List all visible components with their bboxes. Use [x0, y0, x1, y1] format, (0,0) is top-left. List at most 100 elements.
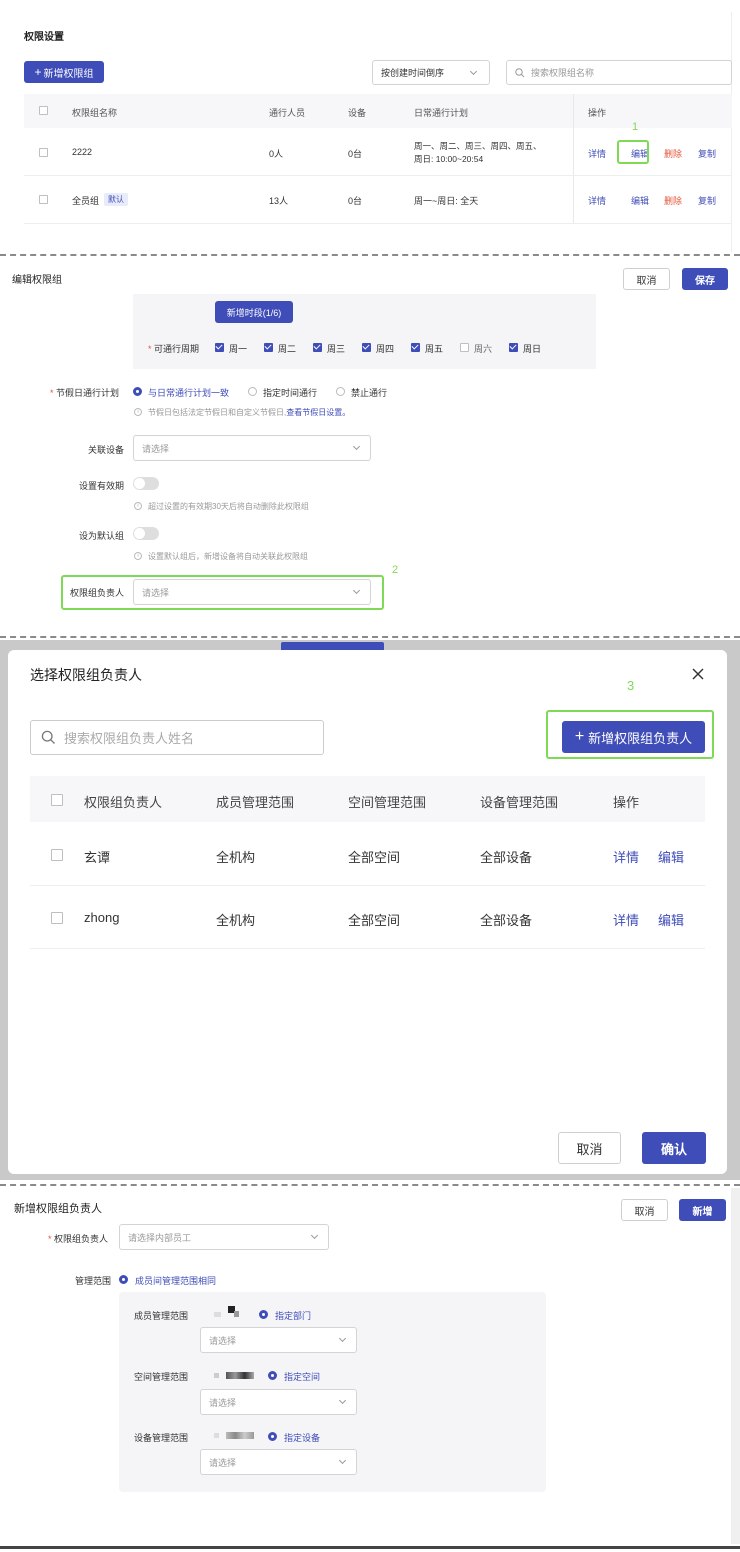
row-checkbox[interactable] — [39, 195, 48, 204]
annotation-highlight — [617, 140, 649, 164]
search-icon — [41, 730, 55, 744]
detail-link[interactable]: 详情 — [613, 910, 639, 929]
cancel-button[interactable]: 取消 — [623, 268, 670, 290]
radio-forbidden[interactable] — [336, 387, 345, 396]
owner-label: 权限组负责人 — [70, 588, 125, 598]
section-divider — [0, 636, 740, 638]
confirm-button[interactable]: 确认 — [642, 1132, 706, 1164]
table-row: 玄谭 全机构 全部空间 全部设备 详情 编辑 — [30, 822, 705, 886]
detail-link[interactable]: 详情 — [588, 147, 606, 160]
device-select[interactable]: 请选择 — [200, 1449, 357, 1475]
member-scope-label: 成员管理范围 — [134, 1311, 189, 1321]
delete-link[interactable]: 删除 — [664, 147, 682, 160]
select-all-checkbox[interactable] — [39, 106, 48, 115]
permission-settings-panel: 权限设置 + 新增权限组 按创建时间倒序 搜索权限组名称 权限组名称 通行人员 设… — [8, 12, 732, 252]
cancel-button[interactable]: 取消 — [621, 1199, 668, 1221]
radio-label[interactable]: 禁止通行 — [351, 386, 387, 399]
default-hint: 设置默认组后，新增设备将自动关联此权限组 — [148, 552, 308, 561]
device-count: 0台 — [348, 149, 363, 159]
save-button[interactable]: 保存 — [682, 268, 728, 290]
hint-text: 节假日包括法定节假日和自定义节假日, — [148, 408, 287, 417]
add-period-button[interactable]: 新增时段(1/6) — [215, 301, 293, 323]
weekday-checkbox[interactable] — [215, 343, 224, 352]
info-icon: i — [134, 502, 142, 510]
page-title: 编辑权限组 — [12, 275, 62, 286]
radio-label[interactable]: 成员间管理范围相同 — [135, 1274, 216, 1287]
label-text: 节假日通行计划 — [56, 388, 120, 398]
holiday-hint: 节假日包括法定节假日和自定义节假日,查看节假日设置。 — [148, 407, 350, 418]
space-select[interactable]: 请选择 — [200, 1389, 357, 1415]
weekday-checkbox[interactable] — [411, 343, 420, 352]
copy-link[interactable]: 复制 — [698, 194, 716, 207]
info-icon: i — [134, 408, 142, 416]
radio-label[interactable]: 指定时间通行 — [263, 386, 317, 399]
group-name: 全员组 — [72, 196, 100, 206]
blurred-option — [212, 1306, 240, 1318]
radio-same-scope[interactable] — [119, 1275, 128, 1284]
close-icon[interactable] — [692, 668, 704, 680]
add-button[interactable]: 新增 — [679, 1199, 726, 1221]
radio-same-as-daily[interactable] — [133, 387, 142, 396]
delete-link[interactable]: 删除 — [664, 194, 682, 207]
radio-specified-device[interactable] — [268, 1432, 277, 1441]
sort-select[interactable]: 按创建时间倒序 — [372, 60, 490, 85]
cycle-label: * 可通行周期 — [148, 344, 200, 354]
scope-label: 管理范围 — [75, 1276, 112, 1286]
chevron-down-icon — [352, 442, 361, 451]
validity-label: 设置有效期 — [79, 481, 125, 491]
add-owner-button[interactable]: + 新增权限组负责人 — [562, 721, 705, 753]
weekday-checkbox[interactable] — [313, 343, 322, 352]
weekday-label: 周二 — [278, 344, 297, 354]
weekday-checkbox[interactable] — [509, 343, 518, 352]
weekday-label: 周四 — [376, 344, 395, 354]
bottom-border — [0, 1546, 740, 1549]
add-group-button[interactable]: + 新增权限组 — [24, 61, 104, 83]
device-select[interactable]: 请选择 — [133, 435, 371, 461]
edit-link[interactable]: 编辑 — [658, 847, 684, 866]
holiday-settings-link[interactable]: 查看节假日设置。 — [286, 408, 350, 417]
radio-label[interactable]: 指定设备 — [284, 1431, 320, 1444]
detail-link[interactable]: 详情 — [613, 847, 639, 866]
col-header: 操作 — [613, 795, 640, 810]
member-scope: 全机构 — [216, 850, 256, 865]
radio-label[interactable]: 指定空间 — [284, 1370, 320, 1383]
radio-specified-time[interactable] — [248, 387, 257, 396]
default-label: 设为默认组 — [79, 531, 125, 541]
weekday-checkbox[interactable] — [264, 343, 273, 352]
radio-label[interactable]: 指定部门 — [275, 1309, 311, 1322]
table-row: zhong 全机构 全部空间 全部设备 详情 编辑 — [30, 886, 705, 949]
weekday-label: 周六 — [474, 344, 493, 354]
radio-specified-dept[interactable] — [259, 1310, 268, 1319]
add-owner-panel: 新增权限组负责人 取消 新增 * 权限组负责人 请选择内部员工 管理范围 成员间… — [0, 1188, 740, 1544]
select-all-checkbox[interactable] — [51, 794, 63, 806]
edit-link[interactable]: 编辑 — [658, 910, 684, 929]
col-header: 操作 — [588, 108, 607, 118]
chevron-down-icon — [469, 67, 478, 76]
copy-link[interactable]: 复制 — [698, 147, 716, 160]
period-card — [133, 294, 596, 369]
blurred-option — [212, 1370, 254, 1380]
member-select[interactable]: 请选择 — [200, 1327, 357, 1353]
owner-search-input[interactable]: 搜索权限组负责人姓名 — [30, 720, 324, 755]
row-checkbox[interactable] — [39, 148, 48, 157]
edit-link[interactable]: 编辑 — [631, 194, 649, 207]
radio-label[interactable]: 与日常通行计划一致 — [148, 386, 229, 399]
validity-toggle[interactable] — [133, 477, 159, 490]
annotation-number: 2 — [392, 564, 399, 576]
weekday-checkbox[interactable] — [362, 343, 371, 352]
detail-link[interactable]: 详情 — [588, 194, 606, 207]
col-header: 空间管理范围 — [348, 795, 427, 810]
device-scope: 全部设备 — [480, 913, 533, 928]
owner-select[interactable]: 请选择 — [133, 579, 371, 605]
default-badge: 默认 — [104, 193, 128, 206]
row-checkbox[interactable] — [51, 849, 63, 861]
search-input[interactable]: 搜索权限组名称 — [506, 60, 732, 85]
radio-specified-space[interactable] — [268, 1371, 277, 1380]
space-scope-label: 空间管理范围 — [134, 1372, 189, 1382]
cancel-button[interactable]: 取消 — [558, 1132, 621, 1164]
row-checkbox[interactable] — [51, 912, 63, 924]
plan-line: 周日: 10:00~20:54 — [414, 154, 484, 164]
weekday-checkbox[interactable] — [460, 343, 469, 352]
employee-select[interactable]: 请选择内部员工 — [119, 1224, 329, 1250]
default-toggle[interactable] — [133, 527, 159, 540]
